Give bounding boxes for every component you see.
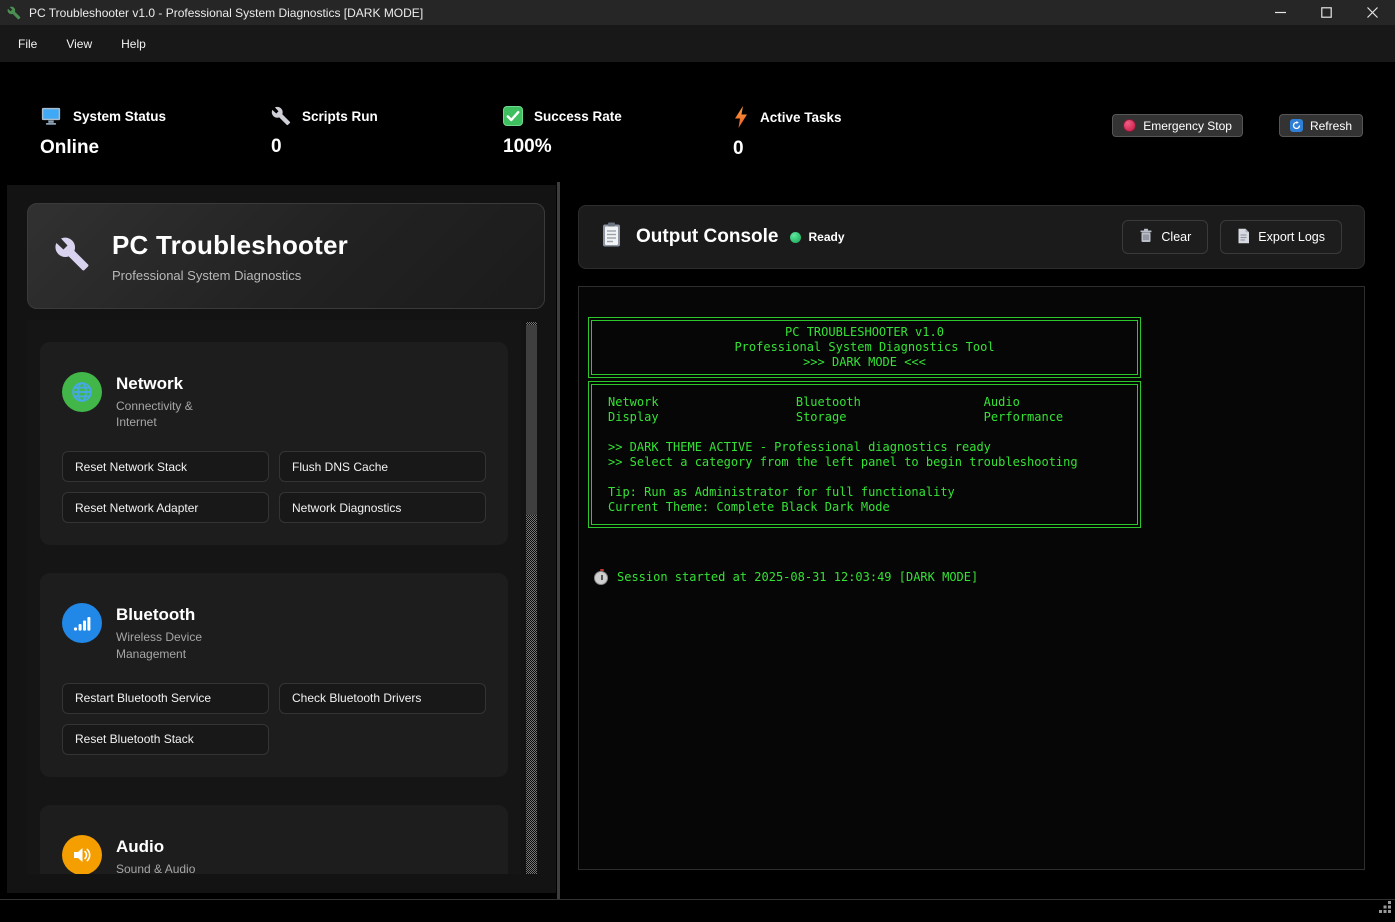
category-title: Bluetooth (116, 605, 216, 625)
bluetooth-card: Bluetooth Wireless Device Management Res… (40, 573, 508, 776)
emergency-stop-label: Emergency Stop (1143, 119, 1232, 133)
export-logs-button[interactable]: Export Logs (1220, 220, 1342, 254)
console-panel: Output Console Ready Clear Export Logs (578, 205, 1365, 870)
menu-view[interactable]: View (57, 33, 101, 55)
stat-success-rate: Success Rate 100% (503, 106, 622, 158)
wrench-icon (271, 106, 291, 126)
emergency-stop-icon (1123, 119, 1136, 132)
audio-card: Audio Sound & Audio Devices Restart Audi… (40, 805, 508, 874)
console-title: Output Console (636, 226, 778, 248)
console-line: Display Storage Performance (608, 410, 1137, 425)
app-title: PC Troubleshooter (112, 230, 348, 261)
console-line: Current Theme: Complete Black Dark Mode (608, 500, 1137, 515)
ready-status-label: Ready (808, 230, 844, 244)
check-bluetooth-drivers-button[interactable]: Check Bluetooth Drivers (279, 683, 486, 714)
category-description: Sound & Audio Devices (116, 861, 216, 874)
restart-bluetooth-service-button[interactable]: Restart Bluetooth Service (62, 683, 269, 714)
reset-network-stack-button[interactable]: Reset Network Stack (62, 451, 269, 482)
session-text: Session started at 2025-08-31 12:03:49 [… (617, 570, 978, 585)
console-header: Output Console Ready Clear Export Logs (578, 205, 1365, 269)
category-list: Network Connectivity & Internet Reset Ne… (27, 320, 521, 874)
signal-bars-icon (62, 603, 102, 643)
title-bar: PC Troubleshooter v1.0 - Professional Sy… (0, 0, 1395, 25)
console-banner-box: PC TROUBLESHOOTER v1.0 Professional Syst… (588, 317, 1141, 378)
network-card: Network Connectivity & Internet Reset Ne… (40, 342, 508, 545)
stopwatch-icon (594, 571, 608, 585)
lightning-icon (733, 106, 749, 128)
menu-bar: File View Help (0, 25, 1395, 62)
stat-label: System Status (73, 109, 166, 124)
category-title: Audio (116, 837, 216, 857)
stat-scripts-run: Scripts Run 0 (271, 106, 378, 158)
refresh-button[interactable]: Refresh (1279, 114, 1363, 137)
stat-label: Success Rate (534, 109, 622, 124)
session-log-line: Session started at 2025-08-31 12:03:49 [… (588, 570, 1355, 585)
menu-help[interactable]: Help (112, 33, 155, 55)
trash-icon (1139, 228, 1153, 246)
stat-value: 100% (503, 136, 622, 158)
banner-line: Professional System Diagnostics Tool (592, 340, 1137, 355)
stat-value: 0 (733, 138, 842, 160)
clear-label: Clear (1161, 230, 1191, 244)
stat-active-tasks: Active Tasks 0 (733, 106, 842, 160)
refresh-label: Refresh (1310, 119, 1352, 133)
category-description: Connectivity & Internet (116, 398, 216, 430)
clipboard-icon (601, 222, 622, 253)
menu-file[interactable]: File (9, 33, 46, 55)
maximize-button[interactable] (1303, 0, 1349, 25)
app-subtitle: Professional System Diagnostics (112, 268, 348, 283)
speaker-icon (62, 835, 102, 874)
reset-network-adapter-button[interactable]: Reset Network Adapter (62, 492, 269, 523)
emergency-stop-button[interactable]: Emergency Stop (1112, 114, 1243, 137)
minimize-button[interactable] (1257, 0, 1303, 25)
scrollbar-thumb[interactable] (526, 325, 537, 515)
monitor-icon (40, 106, 62, 127)
console-line: >> Select a category from the left panel… (608, 455, 1137, 470)
app-icon (7, 6, 21, 20)
window-title: PC Troubleshooter v1.0 - Professional Sy… (29, 6, 423, 20)
main-area: PC Troubleshooter Professional System Di… (0, 182, 1395, 899)
banner-line: PC TROUBLESHOOTER v1.0 (592, 325, 1137, 340)
console-line (608, 470, 1137, 485)
stat-label: Active Tasks (760, 110, 842, 125)
export-logs-label: Export Logs (1258, 230, 1325, 244)
clear-console-button[interactable]: Clear (1122, 220, 1208, 254)
ready-status-icon (790, 232, 801, 243)
stat-label: Scripts Run (302, 109, 378, 124)
console-line: Network Bluetooth Audio (608, 395, 1137, 410)
network-diagnostics-button[interactable]: Network Diagnostics (279, 492, 486, 523)
document-icon (1237, 228, 1250, 247)
flush-dns-cache-button[interactable]: Flush DNS Cache (279, 451, 486, 482)
console-line: >> DARK THEME ACTIVE - Professional diag… (608, 440, 1137, 455)
console-output: PC TROUBLESHOOTER v1.0 Professional Syst… (578, 286, 1365, 870)
sidebar-header-card: PC Troubleshooter Professional System Di… (27, 203, 545, 309)
console-line: Tip: Run as Administrator for full funct… (608, 485, 1137, 500)
category-title: Network (116, 374, 216, 394)
stat-value: 0 (271, 136, 378, 158)
stat-value: Online (40, 137, 166, 159)
console-line (608, 425, 1137, 440)
panel-divider[interactable] (557, 182, 560, 899)
close-button[interactable] (1349, 0, 1395, 25)
stats-bar: System Status Online Scripts Run 0 Succe… (0, 62, 1395, 182)
console-info-box: Network Bluetooth Audio Display Storage … (588, 381, 1141, 528)
check-icon (503, 106, 523, 126)
refresh-icon (1290, 119, 1303, 132)
banner-line: >>> DARK MODE <<< (592, 355, 1137, 370)
reset-bluetooth-stack-button[interactable]: Reset Bluetooth Stack (62, 724, 269, 755)
sidebar: PC Troubleshooter Professional System Di… (7, 185, 556, 893)
wrench-icon (54, 236, 90, 277)
resize-grip-icon[interactable] (1378, 900, 1392, 919)
sidebar-scrollbar[interactable] (526, 322, 537, 874)
stat-system-status: System Status Online (40, 106, 166, 159)
status-bar (0, 900, 1395, 922)
category-description: Wireless Device Management (116, 629, 216, 661)
network-globe-icon (62, 372, 102, 412)
